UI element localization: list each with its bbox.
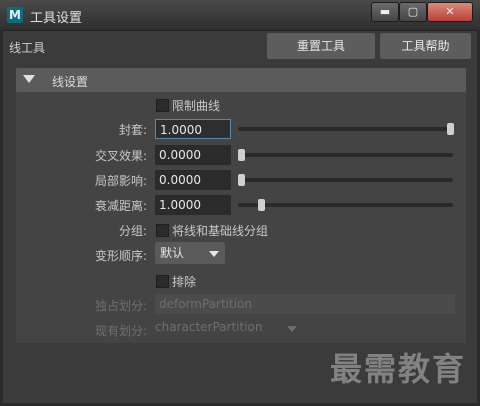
expand-triangle-icon[interactable]	[23, 75, 35, 83]
chevron-down-icon	[287, 326, 297, 332]
existing-partition-dropdown: characterPartition	[155, 320, 263, 334]
tool-help-button[interactable]: 工具帮助	[380, 33, 471, 59]
close-button[interactable]: ✕	[427, 2, 473, 22]
maximize-button[interactable]: ▢	[399, 2, 427, 22]
exclude-checkbox[interactable]	[156, 275, 169, 288]
local-influence-slider-track[interactable]	[238, 178, 453, 182]
exclusive-partition-label: 独占划分:	[94, 299, 147, 313]
maya-app-icon: M	[7, 7, 23, 23]
section-title[interactable]: 线设置	[52, 73, 88, 90]
watermark-text: 最需教育	[330, 350, 467, 388]
cross-effect-label: 交叉效果:	[94, 149, 147, 163]
envelope-field[interactable]: 1.0000	[155, 119, 231, 139]
cross-effect-slider-track[interactable]	[238, 153, 453, 157]
group-checkbox[interactable]	[156, 224, 169, 237]
limit-curve-label: 限制曲线	[172, 99, 221, 113]
window-frame-left	[0, 30, 3, 406]
falloff-distance-slider-handle[interactable]	[258, 199, 265, 211]
reset-tool-button[interactable]: 重置工具	[267, 33, 375, 59]
falloff-distance-field[interactable]: 1.0000	[155, 195, 231, 215]
envelope-slider-handle[interactable]	[447, 123, 454, 135]
envelope-label: 封套:	[118, 123, 147, 137]
deform-order-value: 默认	[160, 246, 185, 260]
limit-curve-checkbox[interactable]	[156, 99, 169, 112]
exclude-label: 排除	[172, 275, 197, 289]
window-title: 工具设置	[30, 11, 83, 26]
envelope-slider-track[interactable]	[238, 127, 453, 131]
falloff-distance-label: 衰减距离:	[94, 199, 147, 213]
cross-effect-field[interactable]: 0.0000	[155, 145, 231, 165]
group-label: 分组:	[118, 224, 147, 238]
cross-effect-slider-handle[interactable]	[238, 149, 245, 161]
chevron-down-icon[interactable]	[209, 251, 219, 257]
local-influence-label: 局部影响:	[94, 174, 147, 188]
falloff-distance-slider-track[interactable]	[238, 203, 453, 207]
group-option-label: 将线和基础线分组	[172, 224, 269, 238]
deform-order-label: 变形顺序:	[94, 249, 147, 263]
local-influence-slider-handle[interactable]	[238, 174, 245, 186]
tool-name: 线工具	[9, 41, 46, 55]
local-influence-field[interactable]: 0.0000	[155, 170, 231, 190]
minimize-button[interactable]: ▬	[371, 2, 399, 22]
existing-partition-label: 现有划分:	[94, 324, 147, 338]
exclusive-partition-field: deformPartition	[155, 294, 455, 314]
